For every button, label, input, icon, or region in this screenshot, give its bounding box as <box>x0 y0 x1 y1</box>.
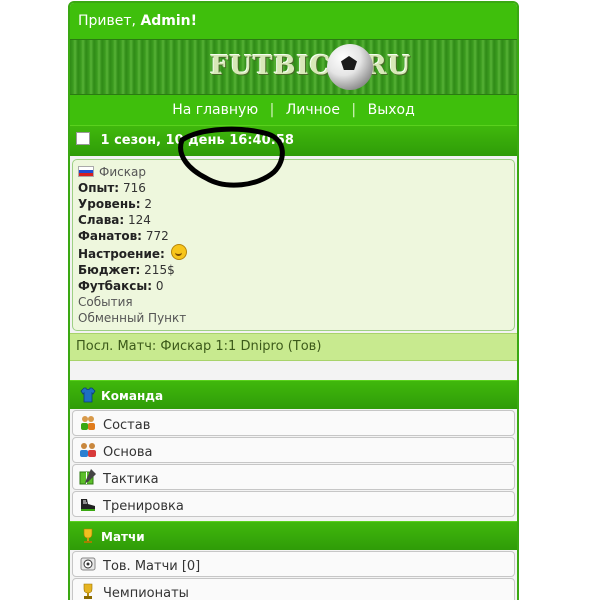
players-icon <box>81 416 95 430</box>
stat-row: Футбаксы: 0 <box>78 278 509 294</box>
scribble-annotation <box>178 126 285 188</box>
menu-item-label: Тов. Матчи [0] <box>103 559 201 574</box>
team-name[interactable]: Фискар <box>99 165 146 179</box>
stat-row: Настроение: <box>78 244 509 262</box>
stat-label: Настроение: <box>78 247 165 261</box>
events-link[interactable]: События <box>78 294 509 310</box>
russia-flag-icon <box>78 166 94 177</box>
stat-value: 716 <box>122 181 146 195</box>
menu-item-squad[interactable]: Состав <box>72 410 515 436</box>
nav-home-link[interactable]: На главную <box>172 102 258 118</box>
menu-item-label: Состав <box>103 418 151 433</box>
menu-item-friendly-matches[interactable]: Тов. Матчи [0] <box>72 551 515 577</box>
cup-icon <box>83 583 93 599</box>
menu-item-label: Чемпионаты <box>103 586 189 600</box>
site-logo: FUTBICK.RU <box>210 51 412 81</box>
exchange-link[interactable]: Обменный Пункт <box>78 310 509 326</box>
stat-value: 2 <box>144 197 152 211</box>
stat-label: Слава: <box>78 213 125 227</box>
menu-item-lineup[interactable]: Основа <box>72 437 515 463</box>
mobile-page: Привет, Admin! FUTBICK.RU На главную | Л… <box>68 1 519 600</box>
game-status-bar: 1 сезон, 10 день 16:40:58 <box>70 125 517 188</box>
greeting-bar: Привет, Admin! <box>70 3 517 39</box>
spacer <box>70 361 517 380</box>
stat-value: 772 <box>145 229 169 243</box>
stat-row: Бюджет: 215$ <box>78 262 509 278</box>
menu-item-championships[interactable]: Чемпионаты <box>72 578 515 600</box>
stat-label: Футбаксы: <box>78 279 153 293</box>
stat-row: Уровень: 2 <box>78 196 509 212</box>
soccer-ball-icon <box>327 44 373 90</box>
nav-personal-link[interactable]: Личное <box>286 102 340 118</box>
trophy-icon <box>83 528 93 543</box>
section-title: Матчи <box>101 530 145 544</box>
menu-item-tactics[interactable]: Тактика <box>72 464 515 490</box>
smiley-mood-icon <box>170 244 187 260</box>
stat-label: Бюджет: <box>78 263 141 277</box>
menu-item-label: Основа <box>103 445 153 460</box>
team-info-panel: Фискар Опыт: 716 Уровень: 2 Слава: 124 Ф… <box>72 159 515 331</box>
username: Admin! <box>140 13 198 29</box>
section-team: Команда <box>70 380 517 409</box>
menu-item-label: Тактика <box>103 472 159 487</box>
calendar-icon <box>76 132 90 145</box>
nav-separator: | <box>351 102 357 118</box>
menu-item-training[interactable]: Тренировка <box>72 491 515 517</box>
site-banner[interactable]: FUTBICK.RU <box>70 39 517 95</box>
nav-separator: | <box>269 102 275 118</box>
stat-label: Фанатов: <box>78 229 142 243</box>
stat-value: 215$ <box>144 263 175 277</box>
stat-row: Опыт: 716 <box>78 180 509 196</box>
ball-icon <box>80 557 96 571</box>
section-title: Команда <box>101 389 164 403</box>
section-matches: Матчи <box>70 521 517 550</box>
stat-row: Слава: 124 <box>78 212 509 228</box>
boot-icon <box>81 499 95 511</box>
stat-value: 124 <box>128 213 151 227</box>
top-nav: На главную | Личное | Выход <box>70 95 517 125</box>
greeting-prefix: Привет, <box>78 13 136 29</box>
group-icon <box>80 443 96 457</box>
stat-row: Фанатов: 772 <box>78 228 509 244</box>
stat-label: Опыт: <box>78 181 120 195</box>
last-match-bar[interactable]: Посл. Матч: Фискар 1:1 Dnipro (Тов) <box>70 333 517 361</box>
menu-item-label: Тренировка <box>103 499 184 514</box>
tactics-icon <box>79 469 96 485</box>
stat-label: Уровень: <box>78 197 141 211</box>
jersey-icon <box>80 387 96 403</box>
team-name-row[interactable]: Фискар <box>78 164 509 180</box>
stat-value: 0 <box>155 279 164 293</box>
nav-logout-link[interactable]: Выход <box>368 102 415 118</box>
